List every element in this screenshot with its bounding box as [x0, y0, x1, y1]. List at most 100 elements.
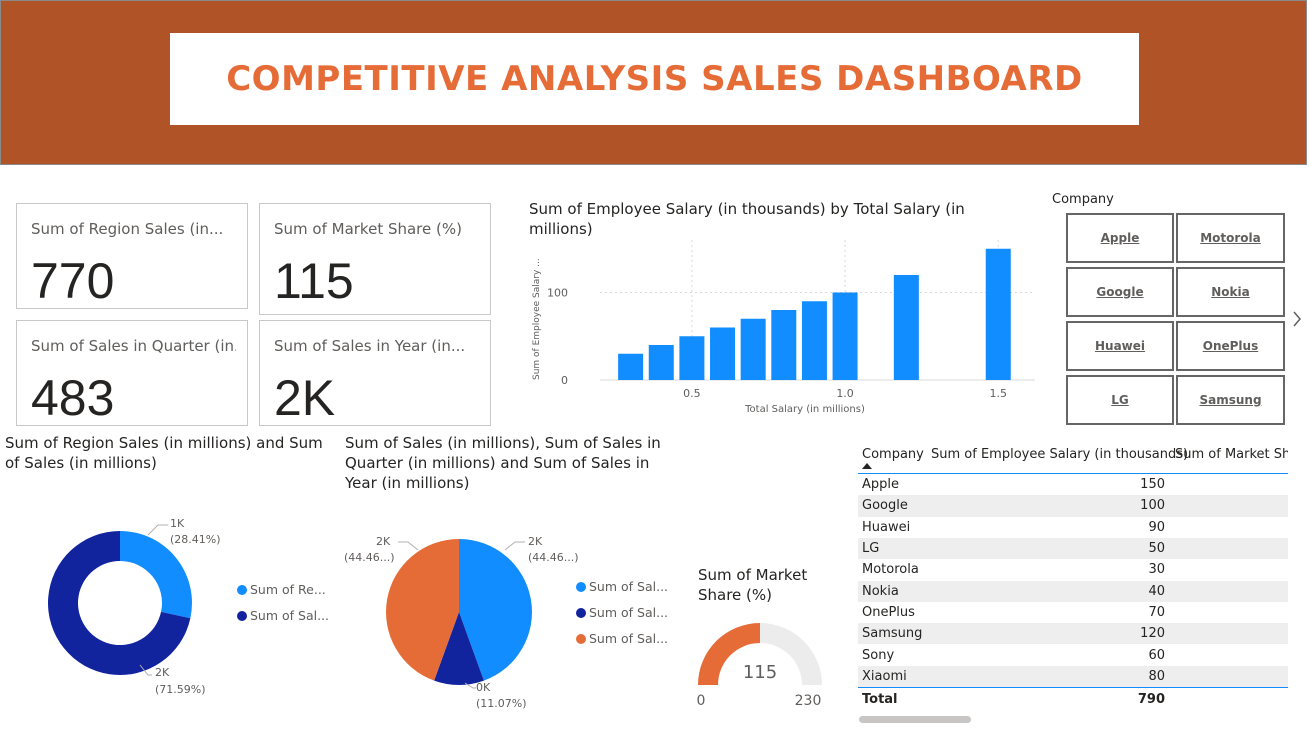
table-row[interactable]: Nokia 40 [858, 580, 1288, 602]
table-cell-company: Sony [862, 647, 895, 663]
gauge-chart[interactable]: 115 0 230 [690, 615, 835, 715]
slicer-item-samsung[interactable]: Samsung [1176, 375, 1285, 425]
card-region-sales[interactable]: Sum of Region Sales (in... 770 [16, 203, 248, 309]
donut-legend-item[interactable]: Sum of Re... [237, 582, 326, 597]
gauge-max: 230 [795, 693, 822, 709]
bar[interactable] [985, 248, 1011, 380]
card-label: Sum of Sales in Quarter (in... [31, 337, 236, 355]
pie-chart-title: Sum of Sales (in millions), Sum of Sales… [345, 434, 661, 492]
table-cell-company: LG [862, 541, 880, 557]
table-cell-company: Xiaomi [862, 668, 907, 684]
pie-legend-item[interactable]: Sum of Sal... [576, 631, 668, 646]
pie-label-value: 2K [528, 535, 543, 548]
table-cell-company: Huawei [862, 519, 911, 535]
table-row[interactable]: Google 100 [858, 495, 1288, 517]
table-row[interactable]: Samsung 120 [858, 623, 1288, 645]
bar-x-tick: 1.5 [989, 387, 1007, 400]
table-cell-company: Motorola [862, 562, 919, 578]
donut-label-value: 1K [170, 517, 185, 530]
table-cell-company: Samsung [862, 626, 923, 642]
slicer-item-google[interactable]: Google [1066, 267, 1174, 317]
pie-label-pct: (44.46...) [344, 551, 395, 564]
slicer-item-apple[interactable]: Apple [1066, 213, 1174, 263]
bar-y-tick: 100 [547, 287, 568, 300]
slicer-item-lg[interactable]: LG [1066, 375, 1174, 425]
table-cell-salary: 100 [1140, 498, 1165, 514]
slicer-item-nokia[interactable]: Nokia [1176, 267, 1285, 317]
table-row[interactable]: OnePlus 70 [858, 602, 1288, 623]
bar[interactable] [893, 275, 919, 380]
donut-chart-title: Sum of Region Sales (in millions) and Su… [5, 434, 323, 472]
slicer-item-motorola[interactable]: Motorola [1176, 213, 1285, 263]
gauge-min: 0 [697, 693, 706, 709]
pie-legend-item[interactable]: Sum of Sal... [576, 605, 668, 620]
table-row[interactable]: Sony 60 [858, 644, 1288, 665]
table-header-market-share[interactable]: Sum of Market Sha [1175, 447, 1288, 462]
pie-chart[interactable]: 2K (44.46...) 2K (44.46...) 0K (11.07%) [340, 525, 590, 715]
slicer-item-huawei[interactable]: Huawei [1066, 321, 1174, 371]
table-row[interactable]: Apple 150 [858, 474, 1288, 495]
bar[interactable] [801, 301, 827, 380]
slicer-title: Company [1052, 192, 1114, 207]
bar-chart-xlabel: Total Salary (in millions) [744, 404, 865, 415]
table-cell-salary: 120 [1140, 626, 1165, 642]
bar[interactable] [618, 353, 644, 380]
table-row[interactable]: Xiaomi 80 [858, 665, 1288, 688]
bar[interactable] [740, 318, 766, 380]
bar[interactable] [679, 336, 705, 380]
dashboard-title: COMPETITIVE ANALYSIS SALES DASHBOARD [226, 59, 1083, 99]
card-label: Sum of Region Sales (in... [31, 220, 224, 238]
pie-label-value: 0K [476, 681, 491, 694]
salary-table[interactable]: Company Sum of Employee Salary (in thous… [858, 441, 1288, 726]
bar-x-tick: 1.0 [836, 387, 854, 400]
chevron-right-icon[interactable] [1291, 310, 1303, 328]
donut-label-value: 2K [155, 666, 170, 679]
table-cell-salary: 30 [1148, 562, 1165, 578]
bar[interactable] [832, 292, 858, 381]
bar[interactable] [710, 327, 736, 381]
card-value: 2K [274, 370, 336, 426]
sort-ascending-icon[interactable] [862, 463, 872, 469]
table-header-salary[interactable]: Sum of Employee Salary (in thousands) [931, 447, 1188, 462]
bar[interactable] [648, 345, 674, 380]
bar-chart[interactable]: Sum of Employee Salary ... Total Salary … [520, 240, 1050, 425]
pie-label-pct: (11.07%) [476, 697, 527, 710]
title-box: COMPETITIVE ANALYSIS SALES DASHBOARD [170, 33, 1139, 125]
card-label: Sum of Sales in Year (in... [274, 337, 466, 355]
table-row[interactable]: Motorola 30 [858, 559, 1288, 580]
table-row[interactable]: LG 50 [858, 537, 1288, 560]
card-value: 483 [31, 370, 115, 426]
donut-chart[interactable]: 1K (28.41%) 2K (71.59%) [0, 505, 340, 700]
bar-x-tick: 0.5 [683, 387, 701, 400]
donut-legend-item[interactable]: Sum of Sal... [237, 608, 329, 623]
table-cell-salary: 80 [1148, 668, 1165, 684]
bar-y-tick: 0 [561, 374, 568, 387]
bar-chart-title: Sum of Employee Salary (in thousands) by… [529, 200, 965, 238]
table-cell-salary: 70 [1148, 604, 1165, 620]
slicer-item-oneplus[interactable]: OnePlus [1176, 321, 1285, 371]
card-value: 115 [274, 253, 354, 309]
pie-legend-item[interactable]: Sum of Sal... [576, 579, 668, 594]
pie-label-value: 2K [376, 535, 391, 548]
table-cell-company: OnePlus [862, 604, 915, 620]
table-cell-company: Apple [862, 477, 900, 493]
gauge-value: 115 [743, 662, 777, 683]
pie-label-pct: (44.46...) [528, 551, 579, 564]
card-label: Sum of Market Share (%) [274, 220, 462, 238]
card-sales-quarter[interactable]: Sum of Sales in Quarter (in... 483 [16, 320, 248, 426]
table-cell-salary: 50 [1148, 541, 1165, 557]
table-cell-company: Google [862, 498, 908, 514]
table-cell-salary: 60 [1148, 647, 1165, 663]
table-header-company[interactable]: Company [862, 447, 924, 462]
table-horizontal-scrollbar[interactable] [859, 716, 971, 723]
table-cell-salary: 150 [1140, 477, 1165, 493]
bar[interactable] [771, 310, 797, 380]
gauge-title: Sum of Market Share (%) [698, 566, 808, 604]
card-value: 770 [31, 253, 115, 309]
table-row[interactable]: Huawei 90 [858, 517, 1288, 538]
table-total-divider [858, 687, 1288, 688]
card-market-share[interactable]: Sum of Market Share (%) 115 [259, 203, 491, 315]
card-sales-year[interactable]: Sum of Sales in Year (in... 2K [259, 320, 491, 426]
table-total-row: Total 790 [862, 692, 1165, 708]
table-cell-salary: 40 [1148, 583, 1165, 599]
